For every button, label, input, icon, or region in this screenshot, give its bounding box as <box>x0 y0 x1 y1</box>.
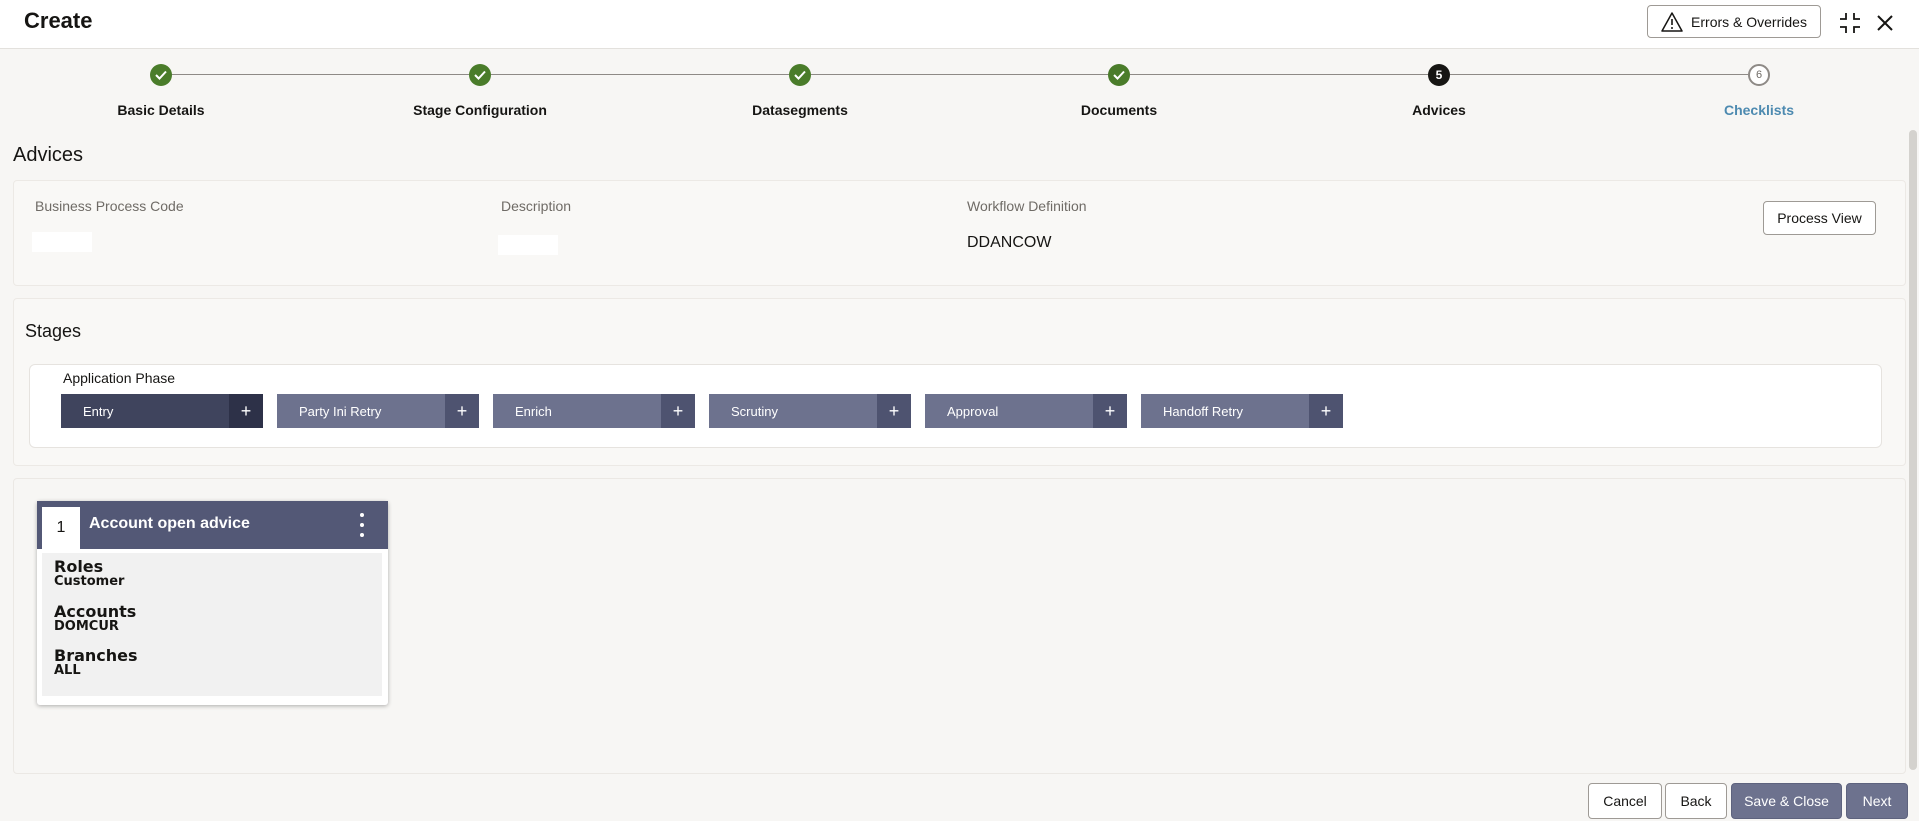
workflow-definition-label: Workflow Definition <box>967 198 1087 214</box>
advice-card[interactable]: 1 Account open advice Roles Customer Acc… <box>37 501 388 705</box>
more-options-icon[interactable] <box>355 513 369 537</box>
step-connector <box>491 74 789 75</box>
step-label-basic-details[interactable]: Basic Details <box>117 102 204 118</box>
step-label-documents[interactable]: Documents <box>1081 102 1157 118</box>
stage-party-ini-retry-label: Party Ini Retry <box>299 403 382 419</box>
stage-scrutiny-label: Scrutiny <box>731 403 778 419</box>
stage-entry[interactable]: Entry + <box>61 394 263 428</box>
roles-value: Customer <box>54 574 125 589</box>
step-6-indicator[interactable]: 6 <box>1748 64 1770 86</box>
scrollbar[interactable] <box>1909 130 1917 770</box>
step-connector <box>811 74 1108 75</box>
stage-approval-label: Approval <box>947 403 999 419</box>
process-view-button[interactable]: Process View <box>1763 201 1876 235</box>
step-2-check-icon[interactable] <box>469 64 491 86</box>
step-4-check-icon[interactable] <box>1108 64 1130 86</box>
step-connector <box>1130 74 1428 75</box>
advice-card-body: Roles Customer Accounts DOMCUR Branches … <box>42 553 382 696</box>
step-5-indicator[interactable]: 5 <box>1428 64 1450 86</box>
advice-card-title: Account open advice <box>89 515 250 532</box>
minimize-icon[interactable] <box>1836 9 1864 37</box>
save-close-button[interactable]: Save & Close <box>1731 783 1842 819</box>
next-button[interactable]: Next <box>1846 783 1908 819</box>
details-panel <box>13 180 1906 286</box>
section-title: Advices <box>13 144 84 166</box>
errors-overrides-button[interactable]: Errors & Overrides <box>1647 5 1821 38</box>
step-label-stage-configuration[interactable]: Stage Configuration <box>413 102 547 118</box>
add-icon[interactable]: + <box>877 394 911 428</box>
step-1-check-icon[interactable] <box>150 64 172 86</box>
close-icon[interactable] <box>1871 9 1899 37</box>
stages-title: Stages <box>25 321 82 341</box>
branches-value: ALL <box>54 663 81 678</box>
add-icon[interactable]: + <box>1309 394 1343 428</box>
stage-enrich[interactable]: Enrich + <box>493 394 695 428</box>
cancel-button[interactable]: Cancel <box>1588 783 1662 819</box>
advice-card-header: 1 Account open advice <box>37 501 388 549</box>
step-label-datasegments[interactable]: Datasegments <box>752 102 848 118</box>
top-bar: Create Errors & Overrides <box>0 0 1919 49</box>
business-process-code-value <box>32 232 92 252</box>
step-label-checklists[interactable]: Checklists <box>1724 102 1794 118</box>
back-button[interactable]: Back <box>1665 783 1727 819</box>
stage-enrich-label: Enrich <box>515 403 552 419</box>
stage-scrutiny[interactable]: Scrutiny + <box>709 394 911 428</box>
description-value <box>498 235 558 255</box>
add-icon[interactable]: + <box>1093 394 1127 428</box>
errors-overrides-label: Errors & Overrides <box>1691 13 1807 30</box>
stage-handoff-retry[interactable]: Handoff Retry + <box>1141 394 1343 428</box>
stage-entry-label: Entry <box>83 403 114 419</box>
stage-approval[interactable]: Approval + <box>925 394 1127 428</box>
add-icon[interactable]: + <box>229 394 263 428</box>
warning-icon <box>1661 11 1683 32</box>
stage-party-ini-retry[interactable]: Party Ini Retry + <box>277 394 479 428</box>
application-phase-label: Application Phase <box>63 370 176 386</box>
step-label-advices[interactable]: Advices <box>1412 102 1466 118</box>
advice-card-number: 1 <box>42 507 80 549</box>
accounts-value: DOMCUR <box>54 619 119 634</box>
step-connector <box>1450 74 1748 75</box>
workflow-definition-value: DDANCOW <box>967 234 1052 251</box>
step-3-check-icon[interactable] <box>789 64 811 86</box>
business-process-code-label: Business Process Code <box>35 198 184 214</box>
page-title: Create <box>24 8 93 33</box>
stage-handoff-retry-label: Handoff Retry <box>1163 403 1243 419</box>
step-connector <box>171 74 469 75</box>
add-icon[interactable]: + <box>445 394 479 428</box>
add-icon[interactable]: + <box>661 394 695 428</box>
description-label: Description <box>501 198 572 214</box>
